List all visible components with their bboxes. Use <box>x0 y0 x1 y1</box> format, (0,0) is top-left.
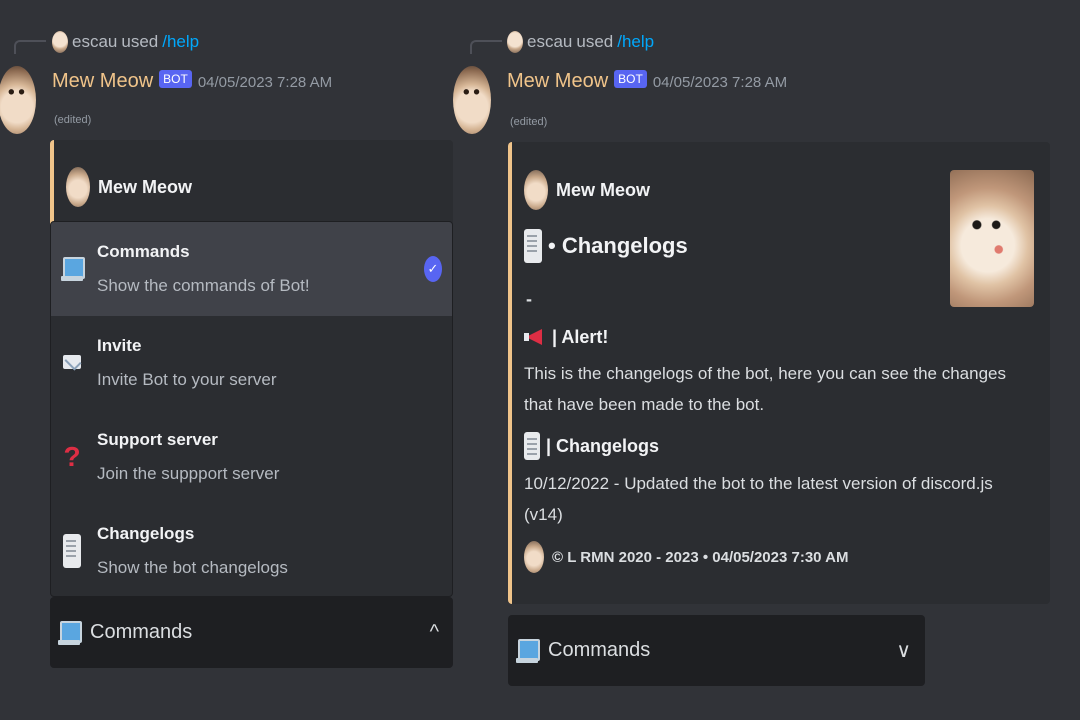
laptop-icon <box>516 637 540 665</box>
footer-icon <box>524 541 544 573</box>
author-name[interactable]: Mew Meow <box>52 70 153 93</box>
replier-avatar[interactable] <box>507 31 523 53</box>
reply-line[interactable]: escau used /help <box>507 31 654 53</box>
question-icon: ? <box>63 441 81 472</box>
bot-badge: BOT <box>614 70 647 88</box>
laptop-icon <box>59 254 85 284</box>
replier-avatar[interactable] <box>52 31 68 53</box>
scroll-icon <box>524 432 540 460</box>
select-menu-dropdown: Commands Show the commands of Bot! ✓ Inv… <box>50 221 453 597</box>
option-description: Show the bot changelogs <box>97 558 288 577</box>
chevron-up-icon[interactable]: ^ <box>430 621 439 644</box>
message-left: escau used /help Mew Meow BOT 04/05/2023… <box>0 0 470 720</box>
megaphone-icon <box>524 325 546 349</box>
footer-text: © L RMN 2020 - 2023 • 04/05/2023 7:30 AM <box>552 548 849 566</box>
replier-name[interactable]: escau <box>72 32 117 52</box>
scroll-icon <box>524 229 542 263</box>
check-icon: ✓ <box>424 256 442 282</box>
alert-field-title: | Alert! <box>524 325 608 349</box>
embed-author-name: Mew Meow <box>556 179 651 200</box>
alert-text-line: This is the changelogs of the bot, here … <box>524 364 1006 383</box>
envelope-icon <box>59 348 85 378</box>
embed-author-avatar <box>524 170 548 210</box>
laptop-icon <box>58 619 82 647</box>
message-right: escau used /help Mew Meow BOT 04/05/2023… <box>453 0 1080 720</box>
option-label: Support server <box>97 430 218 449</box>
embed-author: Mew Meow <box>66 167 192 207</box>
reply-command[interactable]: /help <box>617 32 654 52</box>
embed-title-text: • Changelogs <box>548 233 688 258</box>
changelog-line: 10/12/2022 - Updated the bot to the late… <box>524 474 993 493</box>
option-description: Join the suppport server <box>97 464 280 483</box>
reply-spine <box>470 40 502 54</box>
changelogs-title-text: | Changelogs <box>546 435 660 456</box>
changelog-text: 10/12/2022 - Updated the bot to the late… <box>524 468 993 530</box>
select-value: Commands <box>90 621 193 643</box>
option-label: Invite <box>97 336 142 355</box>
replier-name[interactable]: escau <box>527 32 572 52</box>
alert-text-line: that have been made to the bot. <box>524 395 765 414</box>
embed-title: • Changelogs <box>524 229 688 263</box>
reply-used-text: used <box>121 32 159 51</box>
author-name[interactable]: Mew Meow <box>507 70 608 93</box>
alert-title-text: | Alert! <box>552 326 609 347</box>
author-row: Mew Meow BOT 04/05/2023 7:28 AM <box>507 70 787 93</box>
edited-label: (edited) <box>510 116 548 128</box>
embed-author: Mew Meow <box>524 170 650 210</box>
select-menu[interactable]: Commands ∨ <box>508 615 925 686</box>
bot-avatar[interactable] <box>0 66 36 134</box>
reply-used-text: used <box>576 32 614 51</box>
reply-command[interactable]: /help <box>162 32 199 52</box>
author-row: Mew Meow BOT 04/05/2023 7:28 AM <box>52 70 332 93</box>
menu-option-invite[interactable]: Invite Invite Bot to your server <box>51 316 452 410</box>
changelogs-field-title: | Changelogs <box>524 432 659 460</box>
reply-line[interactable]: escau used /help <box>52 31 199 53</box>
bot-badge: BOT <box>159 70 192 88</box>
option-description: Show the commands of Bot! <box>97 276 310 295</box>
reply-spine <box>14 40 46 54</box>
embed-author-avatar <box>66 167 90 207</box>
option-label: Changelogs <box>97 524 195 543</box>
alert-text: This is the changelogs of the bot, here … <box>524 358 1006 420</box>
embed-thumbnail[interactable] <box>950 170 1034 307</box>
select-value: Commands <box>548 639 651 661</box>
embed: Mew Meow • Changelogs - | Alert! This is… <box>508 142 1050 604</box>
embed-footer: © L RMN 2020 - 2023 • 04/05/2023 7:30 AM <box>524 541 848 573</box>
select-menu[interactable]: Commands ^ <box>50 597 453 668</box>
embed-separator: - <box>526 289 532 309</box>
edited-label: (edited) <box>54 114 92 126</box>
scroll-icon <box>59 534 85 568</box>
menu-option-support-server[interactable]: ? Support server Join the suppport serve… <box>51 410 452 504</box>
option-label: Commands <box>97 242 190 261</box>
bot-avatar[interactable] <box>453 66 491 134</box>
embed: Mew Meow <box>50 140 453 230</box>
message-timestamp[interactable]: 04/05/2023 7:28 AM <box>653 74 787 91</box>
menu-option-changelogs[interactable]: Changelogs Show the bot changelogs <box>51 504 452 596</box>
option-description: Invite Bot to your server <box>97 370 277 389</box>
message-timestamp[interactable]: 04/05/2023 7:28 AM <box>198 74 332 91</box>
chevron-down-icon[interactable]: ∨ <box>896 638 911 663</box>
menu-option-commands[interactable]: Commands Show the commands of Bot! ✓ <box>51 222 452 316</box>
embed-author-name: Mew Meow <box>98 176 193 197</box>
changelog-line: (v14) <box>524 505 563 524</box>
